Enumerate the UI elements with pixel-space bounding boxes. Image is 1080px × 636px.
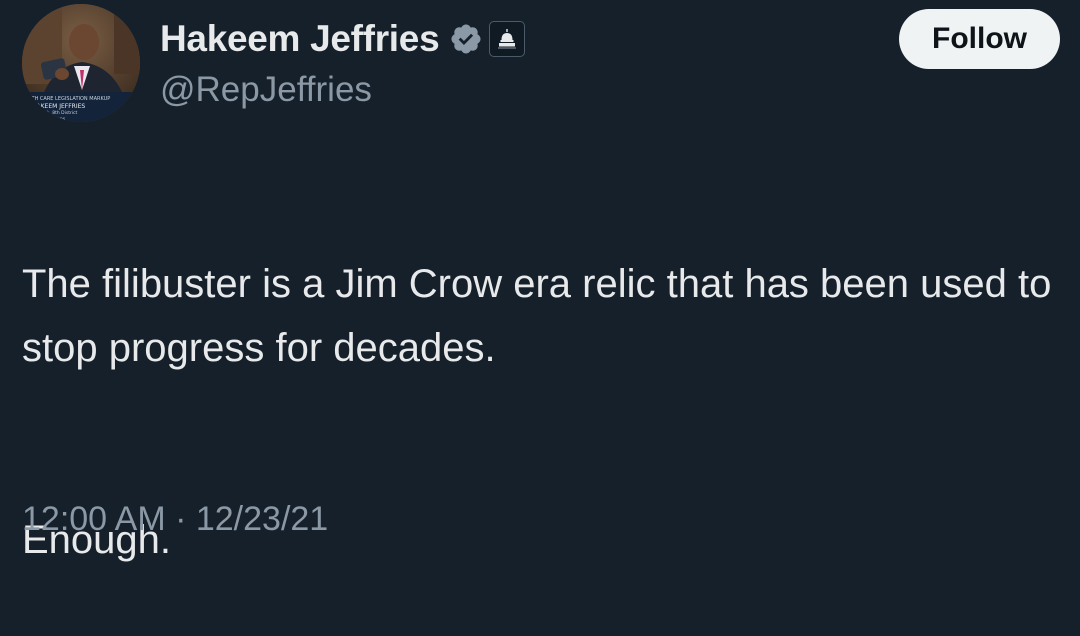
- author-info: Hakeem Jeffries @RepJeffries: [160, 14, 526, 110]
- avatar[interactable]: ALTH CARE LEGISLATION MARKUP HAKEEM JEFF…: [22, 4, 140, 122]
- avatar-caption-2: HAKEEM JEFFRIES: [32, 103, 85, 110]
- tweet-paragraph: The filibuster is a Jim Crow era relic t…: [22, 262, 1052, 370]
- name-row: Hakeem Jeffries: [160, 14, 526, 64]
- tweet-timestamp[interactable]: 12:00 AM · 12/23/21: [22, 500, 328, 539]
- avatar-photo: ALTH CARE LEGISLATION MARKUP HAKEEM JEFF…: [22, 4, 140, 122]
- tweet-card: ALTH CARE LEGISLATION MARKUP HAKEEM JEFF…: [0, 0, 1080, 562]
- tweet-body: The filibuster is a Jim Crow era relic t…: [22, 188, 1052, 636]
- verified-badge-icon[interactable]: [449, 22, 483, 56]
- avatar-caption-3: York, 8th District: [39, 110, 78, 116]
- avatar-caption-1: ALTH CARE LEGISLATION MARKUP: [26, 96, 110, 102]
- display-name[interactable]: Hakeem Jeffries: [160, 18, 440, 60]
- capitol-dome-icon[interactable]: [489, 21, 526, 57]
- follow-button[interactable]: Follow: [899, 9, 1060, 69]
- avatar-caption-4: Queens: [48, 116, 66, 122]
- user-handle[interactable]: @RepJeffries: [160, 70, 525, 110]
